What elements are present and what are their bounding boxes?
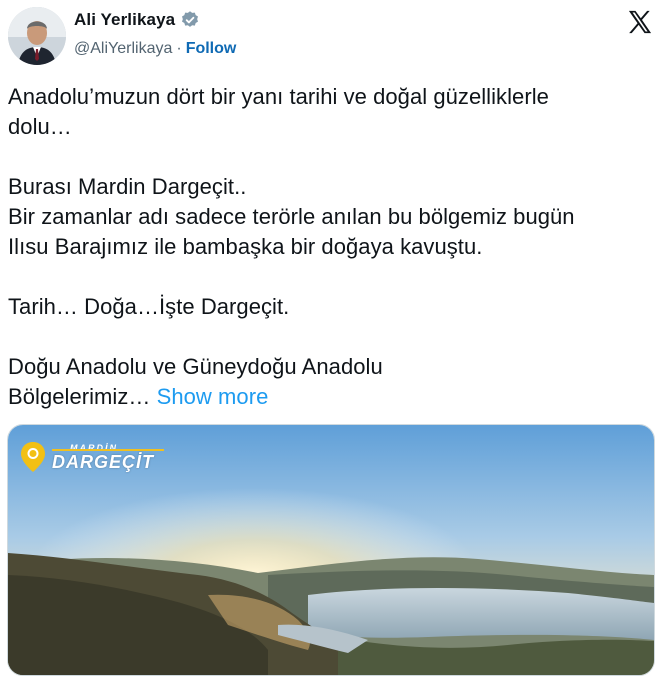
verified-badge-icon (180, 10, 200, 30)
tweet-media-video[interactable]: MARDİN DARGEÇİT (7, 424, 655, 676)
follow-button[interactable]: Follow (186, 40, 237, 58)
avatar-image (8, 7, 66, 65)
handle-row: @AliYerlikaya · Follow (74, 40, 236, 58)
x-logo-icon[interactable] (626, 8, 654, 36)
location-badge: MARDİN DARGEÇİT (20, 441, 164, 473)
show-more-link[interactable]: Show more (157, 384, 269, 409)
location-pin-icon (21, 442, 45, 472)
tweet-line: Ilısu Barajımız ile bambaşka bir doğaya … (8, 234, 483, 259)
display-name[interactable]: Ali Yerlikaya (74, 10, 175, 30)
badge-district-label: DARGEÇİT (52, 452, 154, 472)
name-row: Ali Yerlikaya (74, 10, 200, 30)
tweet-line: Doğu Anadolu ve Güneydoğu Anadolu (8, 354, 383, 379)
tweet-line: Tarih… Doğa…İşte Dargeçit. (8, 294, 290, 319)
tweet-line: dolu… (8, 114, 72, 139)
user-handle[interactable]: @AliYerlikaya (74, 40, 172, 58)
tweet-line-last: Bölgelerimiz… Show more (8, 382, 658, 412)
separator-dot: · (176, 40, 182, 57)
location-badge-text: MARDİN DARGEÇİT (52, 443, 164, 472)
tweet-header: Ali Yerlikaya @AliYerlikaya · Follow (8, 7, 654, 67)
avatar[interactable] (8, 7, 66, 65)
tweet-line: Bir zamanlar adı sadece terörle anılan b… (8, 204, 575, 229)
tweet-line: Burası Mardin Dargeçit.. (8, 174, 247, 199)
tweet-text: Anadolu’muzun dört bir yanı tarihi ve do… (8, 82, 658, 412)
tweet-line: Anadolu’muzun dört bir yanı tarihi ve do… (8, 84, 549, 109)
tweet-truncated-text: Bölgelerimiz… (8, 384, 151, 409)
badge-divider (52, 449, 164, 451)
